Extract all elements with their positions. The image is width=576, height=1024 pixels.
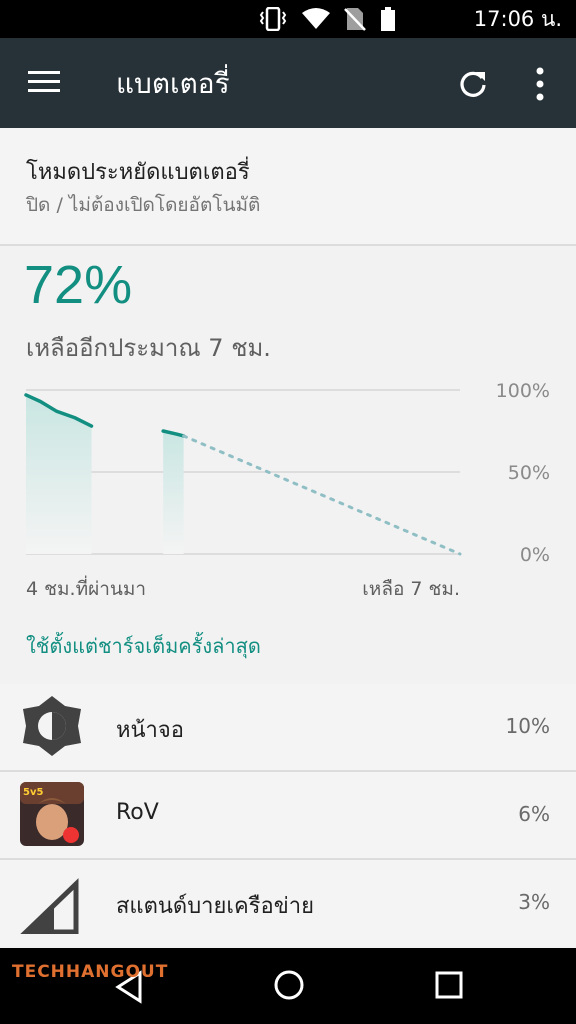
- status-bar: 17:06 น.: [0, 0, 576, 38]
- battery-saver-item[interactable]: โหมดประหยัดแบตเตอรี่ ปิด / ไม่ต้องเปิดโด…: [0, 128, 576, 244]
- home-icon[interactable]: [272, 968, 306, 1002]
- rov-app-icon: 5v5: [20, 782, 84, 846]
- usage-value: 10%: [505, 714, 550, 738]
- chart-area-fill: [26, 394, 92, 554]
- usage-value: 6%: [518, 802, 550, 826]
- wifi-icon: [302, 8, 330, 29]
- usage-value: 3%: [518, 890, 550, 914]
- status-icons: [258, 6, 396, 32]
- since-full-charge-link[interactable]: ใช้ตั้งแต่ชาร์จเต็มครั้งล่าสุด: [26, 630, 261, 662]
- vibrate-icon: [259, 7, 287, 31]
- more-options-icon[interactable]: [532, 66, 548, 102]
- app-bar: แบตเตอรี่: [0, 38, 576, 128]
- clock: 17:06 น.: [473, 7, 562, 31]
- brightness-icon: [23, 696, 81, 756]
- chart-y-tick-label: 50%: [508, 462, 550, 484]
- usage-label: สแตนด์บายเครือข่าย: [116, 894, 314, 919]
- battery-history-chart: 100% 50% 0%: [24, 380, 550, 566]
- chart-y-tick-label: 100%: [496, 380, 550, 402]
- battery-icon: [381, 7, 395, 31]
- navigation-bar: [0, 948, 576, 1024]
- chart-x-label-right: เหลือ 7 ชม.: [362, 578, 460, 600]
- chart-y-tick-label: 0%: [520, 544, 550, 566]
- watermark-logo: TECHHANGOUT: [12, 962, 169, 982]
- battery-saver-title: โหมดประหยัดแบตเตอรี่: [26, 160, 250, 185]
- usage-row-rov[interactable]: 5v5 RoV 6%: [0, 772, 576, 858]
- divider: [0, 244, 576, 246]
- svg-text:5v5: 5v5: [23, 787, 43, 798]
- usage-label: RoV: [116, 800, 159, 825]
- usage-row-screen[interactable]: หน้าจอ 10%: [0, 684, 576, 770]
- time-remaining: เหลืออีกประมาณ 7 ชม.: [26, 334, 271, 362]
- menu-icon[interactable]: [28, 70, 60, 94]
- cell-signal-icon: [20, 878, 79, 934]
- chart-area-fill: [163, 431, 184, 554]
- battery-percent: 72%: [24, 255, 133, 315]
- usage-label: หน้าจอ: [116, 718, 184, 743]
- battery-saver-status: ปิด / ไม่ต้องเปิดโดยอัตโนมัติ: [26, 194, 261, 216]
- no-sim-icon: [344, 8, 366, 31]
- chart-projection-line: [182, 434, 462, 556]
- usage-row-network-standby[interactable]: สแตนด์บายเครือข่าย 3%: [0, 860, 576, 946]
- refresh-icon[interactable]: [458, 69, 488, 99]
- recent-apps-icon[interactable]: [432, 968, 466, 1002]
- page-title: แบตเตอรี่: [116, 67, 230, 100]
- chart-x-label-left: 4 ชม.ที่ผ่านมา: [26, 578, 147, 600]
